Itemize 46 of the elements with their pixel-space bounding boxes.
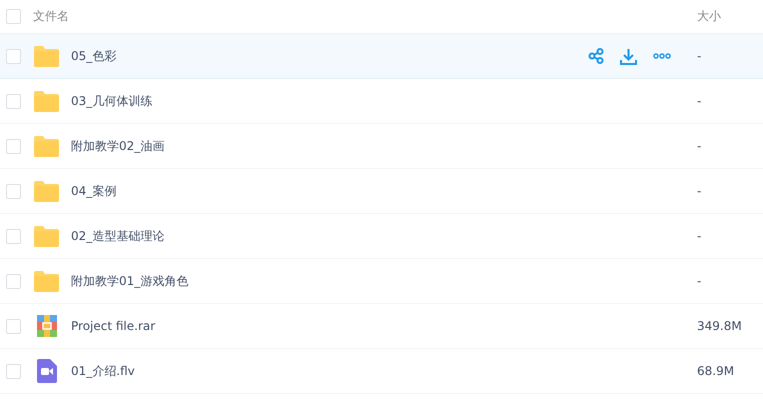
file-name[interactable]: 02_造型基础理论	[71, 228, 697, 244]
row-checkbox[interactable]	[6, 274, 21, 288]
folder-icon	[33, 180, 60, 202]
share-icon[interactable]	[588, 48, 604, 64]
file-name[interactable]: 03_几何体训练	[71, 92, 697, 110]
folder-icon	[33, 225, 60, 247]
file-row[interactable]: 04_案例 -	[0, 169, 763, 214]
file-row[interactable]: 附加教学01_游戏角色 -	[0, 259, 763, 304]
file-size: -	[697, 229, 702, 243]
folder-icon	[33, 45, 60, 67]
file-size: -	[697, 139, 702, 153]
file-name[interactable]: 附加教学01_游戏角色	[71, 272, 697, 290]
folder-icon	[33, 135, 60, 157]
file-name[interactable]: 04_案例	[71, 182, 697, 200]
file-name[interactable]: 附加教学02_油画	[71, 138, 697, 154]
select-all-checkbox[interactable]	[6, 9, 21, 24]
row-checkbox[interactable]	[6, 364, 21, 378]
archive-icon	[36, 315, 56, 337]
row-checkbox[interactable]	[6, 138, 21, 154]
row-checkbox[interactable]	[6, 228, 21, 244]
file-row[interactable]: 05_色彩 -	[0, 34, 763, 79]
file-row[interactable]: 附加教学02_油画 -	[0, 124, 763, 169]
row-checkbox[interactable]	[6, 184, 21, 198]
file-size: -	[697, 94, 702, 108]
folder-icon	[33, 270, 60, 292]
file-row[interactable]: 02_造型基础理论 -	[0, 214, 763, 259]
file-size: 349.8M	[697, 319, 743, 333]
file-size: -	[697, 49, 702, 63]
file-row[interactable]: Project file.rar 349.8M	[0, 304, 763, 349]
row-checkbox[interactable]	[6, 318, 21, 334]
column-header[interactable]: 大小	[697, 8, 763, 25]
column-header[interactable]: 文件名	[33, 8, 697, 25]
more-icon[interactable]	[653, 53, 671, 59]
download-icon[interactable]	[620, 48, 637, 64]
row-checkbox[interactable]	[6, 48, 21, 64]
file-size: -	[697, 274, 702, 288]
file-name[interactable]: 05_色彩	[71, 48, 588, 64]
file-size: 68.9M	[697, 364, 736, 378]
file-row[interactable]: 01_介绍.flv 68.9M	[0, 349, 763, 394]
file-row[interactable]: 03_几何体训练 -	[0, 79, 763, 124]
row-checkbox[interactable]	[6, 94, 21, 108]
video-file-icon	[36, 359, 56, 383]
file-name[interactable]: Project file.rar	[71, 319, 697, 333]
folder-icon	[33, 90, 60, 112]
file-size: -	[697, 184, 702, 198]
file-name[interactable]: 01_介绍.flv	[71, 362, 697, 380]
